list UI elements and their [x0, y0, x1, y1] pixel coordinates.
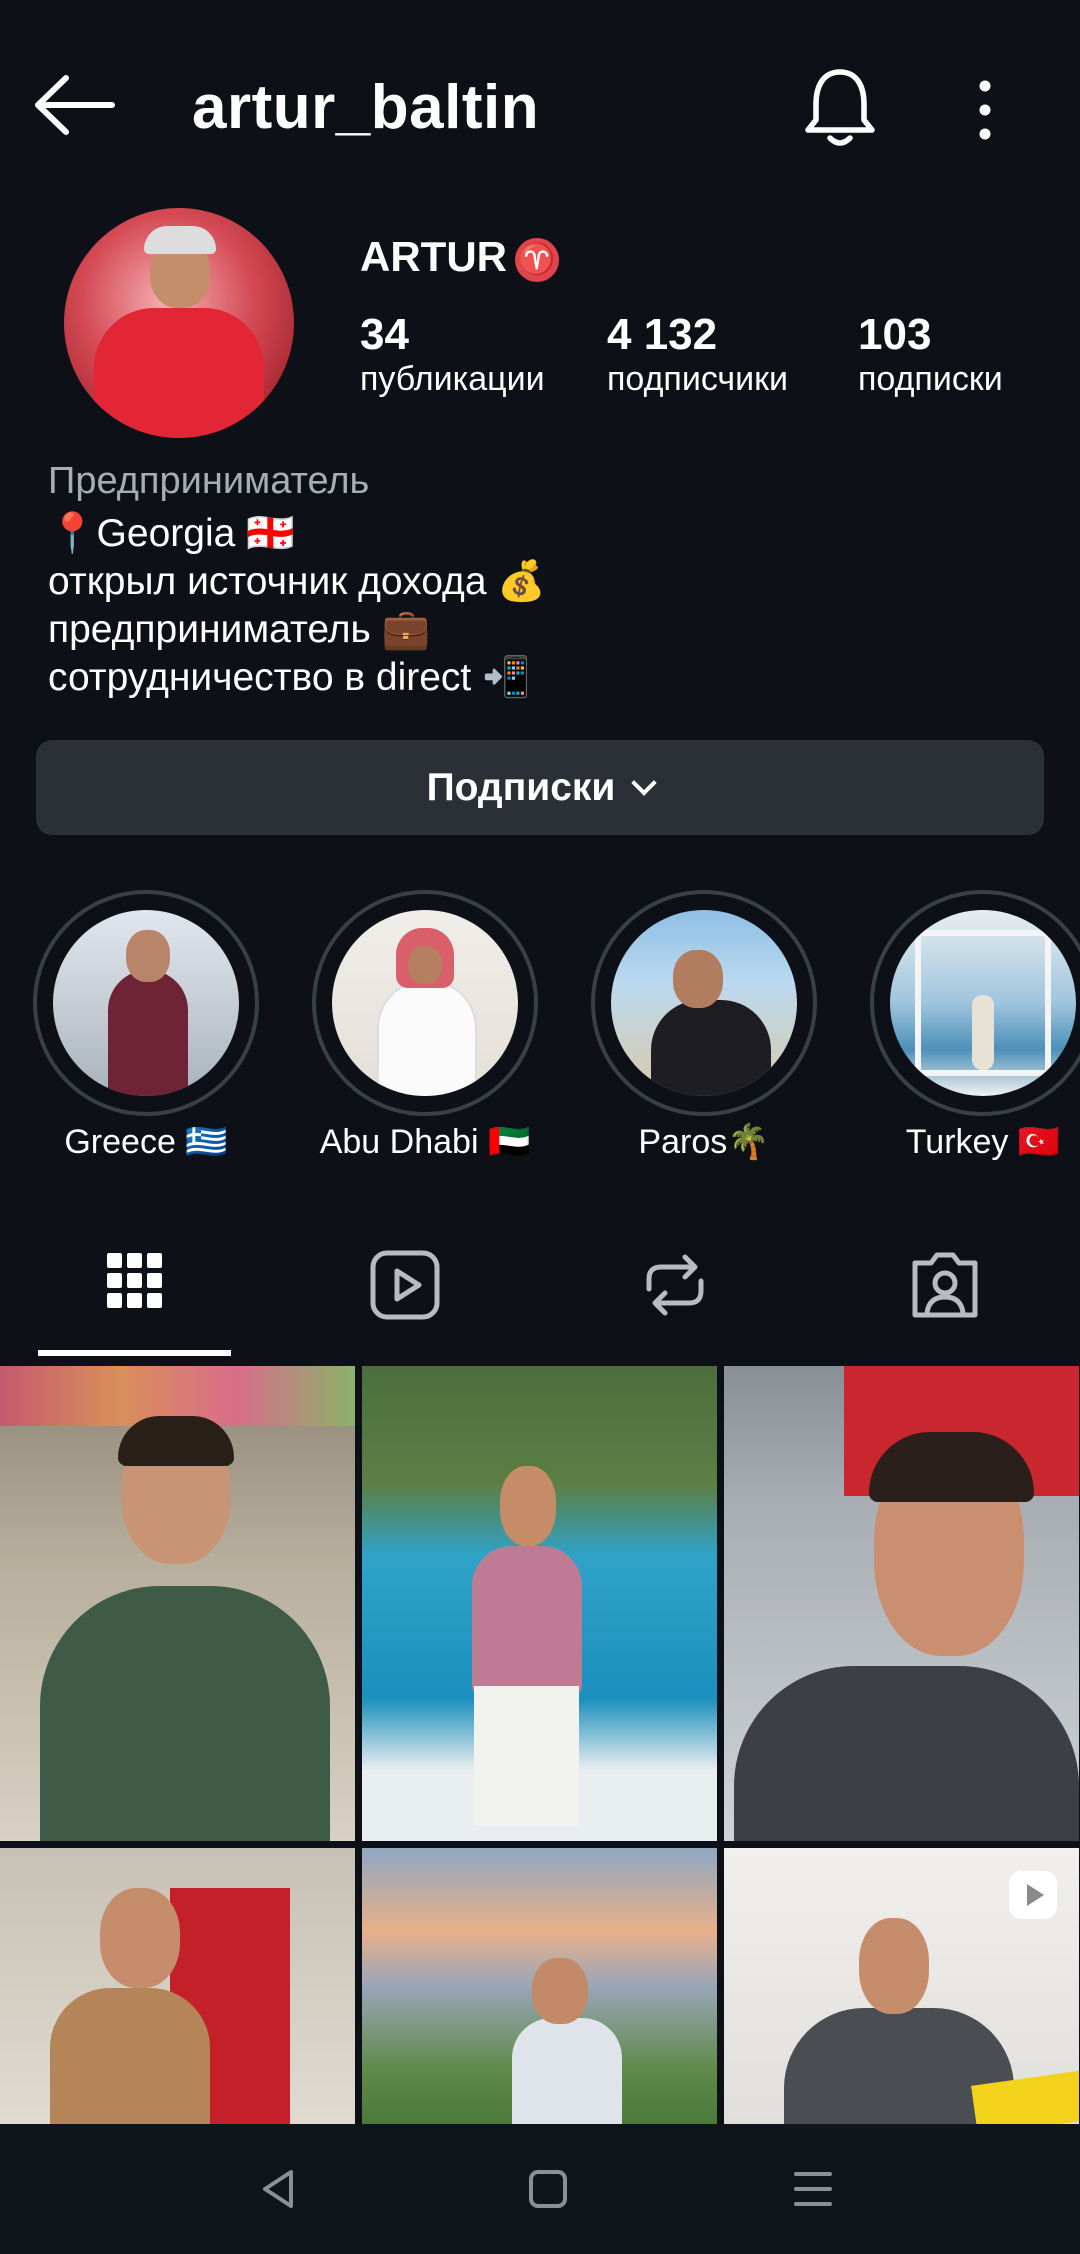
highlight-abu-dhabi[interactable]	[312, 890, 538, 1116]
reposts-icon[interactable]	[635, 1245, 715, 1325]
stat-posts-count: 34	[360, 310, 409, 359]
display-name-text: ARTUR	[360, 233, 507, 280]
active-tab-indicator	[38, 1350, 231, 1356]
bio-line: открыл источник дохода 💰	[48, 560, 546, 603]
stat-following-count: 103	[858, 310, 932, 359]
tagged-icon[interactable]	[905, 1245, 985, 1325]
stat-following[interactable]: 103 подписки	[858, 310, 1003, 399]
system-navigation-bar	[0, 2124, 1080, 2254]
following-button[interactable]: Подписки	[36, 740, 1044, 835]
stat-following-label: подписки	[858, 360, 1003, 398]
post-thumbnail[interactable]	[724, 1366, 1079, 1841]
post-thumbnail[interactable]	[0, 1848, 355, 2124]
aries-zodiac-icon: ♈	[514, 237, 559, 282]
stat-posts[interactable]: 34 публикации	[360, 310, 545, 399]
more-options-icon[interactable]	[955, 70, 1015, 150]
display-name: ARTUR ♈	[360, 233, 559, 282]
profile-avatar[interactable]	[64, 208, 294, 438]
stat-followers-count: 4 132	[607, 310, 718, 359]
reel-indicator-icon	[1009, 1871, 1057, 1919]
post-thumbnail[interactable]	[724, 1848, 1079, 2124]
highlight-label-greece: Greece 🇬🇷	[64, 1123, 228, 1161]
highlight-greece[interactable]	[33, 890, 259, 1116]
highlight-label-turkey: Turkey 🇹🇷	[905, 1123, 1061, 1161]
stat-followers[interactable]: 4 132 подписчики	[607, 310, 788, 399]
nav-menu-icon[interactable]	[790, 2166, 836, 2212]
highlight-label-paros: Paros🌴	[638, 1123, 770, 1161]
grid-icon[interactable]	[95, 1245, 175, 1325]
bio-line: 📍Georgia 🇬🇪	[48, 512, 295, 555]
post-thumbnail[interactable]	[362, 1848, 717, 2124]
stat-followers-label: подписчики	[607, 360, 789, 398]
back-arrow-icon[interactable]	[30, 70, 120, 140]
top-bar: artur_baltin	[0, 0, 1080, 210]
bio-line: сотрудничество в direct 📲	[48, 656, 531, 699]
highlight-label-abu-dhabi: Abu Dhabi 🇦🇪	[319, 1123, 531, 1161]
highlight-turkey[interactable]	[870, 890, 1080, 1116]
chevron-down-icon	[631, 769, 658, 796]
highlight-paros[interactable]	[591, 890, 817, 1116]
post-thumbnail[interactable]	[0, 1366, 355, 1841]
following-button-label: Подписки	[426, 765, 616, 809]
post-thumbnail[interactable]	[362, 1366, 717, 1841]
nav-back-icon[interactable]	[255, 2166, 301, 2212]
nav-home-icon[interactable]	[525, 2166, 571, 2212]
notification-bell-icon[interactable]	[800, 62, 880, 152]
reels-icon[interactable]	[365, 1245, 445, 1325]
bio-line: предприниматель 💼	[48, 608, 431, 651]
stat-posts-label: публикации	[360, 360, 545, 398]
profile-category: Предприниматель	[48, 460, 370, 502]
profile-username: artur_baltin	[192, 73, 540, 142]
